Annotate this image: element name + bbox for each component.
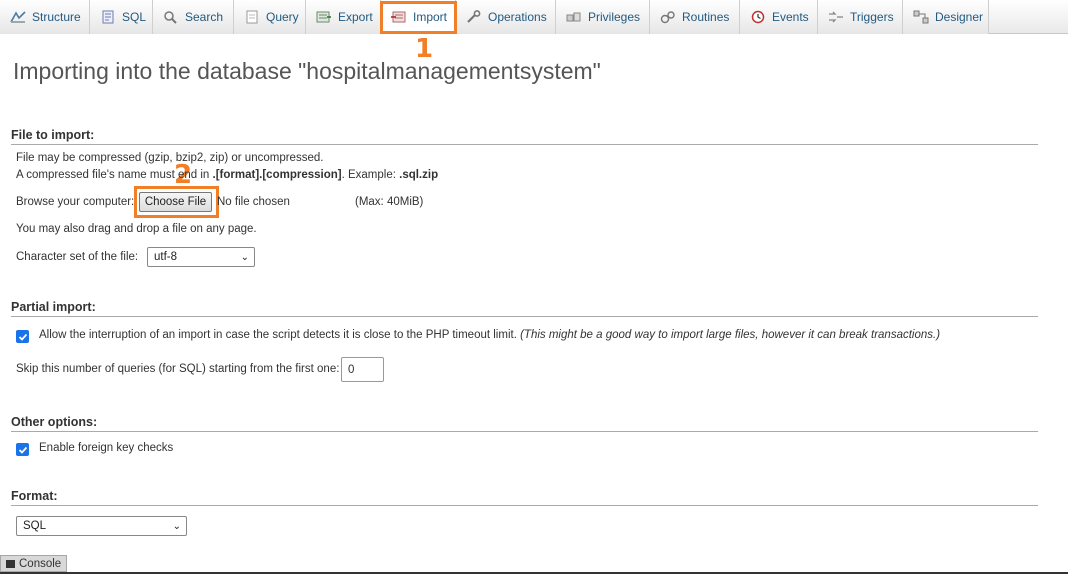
file-import-title: File to import:	[11, 128, 1038, 145]
browse-label: Browse your computer:	[16, 196, 135, 208]
tab-routines[interactable]: Routines	[650, 0, 740, 34]
tab-designer[interactable]: Designer	[903, 0, 989, 34]
name-note-prefix: A compressed file's name must end in	[16, 169, 213, 181]
name-note-example: .sql.zip	[399, 169, 439, 181]
export-icon	[316, 10, 332, 24]
import-icon	[391, 10, 407, 24]
tab-triggers[interactable]: Triggers	[818, 0, 903, 34]
tab-bar: Structure SQL Search Query Export Import	[0, 0, 1068, 34]
no-file-text: No file chosen	[217, 196, 290, 208]
sql-icon	[100, 10, 116, 24]
allow-interrupt-checkbox[interactable]	[16, 330, 29, 343]
tab-query[interactable]: Query	[234, 0, 306, 34]
tab-import-label: Import	[413, 10, 448, 24]
tab-events-label: Events	[772, 10, 809, 24]
tab-import[interactable]: Import	[381, 0, 456, 34]
allow-interrupt-text: Allow the interruption of an import in c…	[39, 329, 940, 341]
console-label: Console	[19, 557, 62, 570]
clock-icon	[750, 10, 766, 24]
tab-sql[interactable]: SQL	[90, 0, 153, 34]
format-value: SQL	[23, 520, 47, 532]
structure-icon	[10, 10, 26, 24]
partial-import-title: Partial import:	[11, 300, 1038, 317]
tab-structure[interactable]: Structure	[0, 0, 90, 34]
name-note-format: .[format].[compression]	[212, 169, 342, 181]
page-title: Importing into the database "hospitalman…	[13, 58, 601, 84]
tab-privileges-label: Privileges	[588, 10, 641, 24]
tab-export[interactable]: Export	[306, 0, 381, 34]
skip-queries-input[interactable]: 0	[341, 357, 384, 382]
triggers-icon	[828, 10, 844, 24]
tab-routines-label: Routines	[682, 10, 730, 24]
foreign-key-label: Enable foreign key checks	[39, 442, 174, 454]
query-icon	[244, 10, 260, 24]
tab-sql-label: SQL	[122, 10, 147, 24]
charset-label: Character set of the file:	[16, 251, 139, 263]
max-size-text: (Max: 40MiB)	[355, 196, 424, 208]
checkmark-icon	[18, 446, 27, 454]
allow-interrupt-note: (This might be a good way to import larg…	[520, 329, 941, 341]
privileges-icon	[566, 10, 582, 24]
format-select[interactable]: SQL ⌄	[16, 516, 187, 536]
console-icon	[6, 559, 15, 568]
console-button[interactable]: Console	[0, 555, 67, 572]
foreign-key-checkbox[interactable]	[16, 443, 29, 456]
other-options-title: Other options:	[11, 415, 1038, 432]
tab-events[interactable]: Events	[740, 0, 818, 34]
compress-note: File may be compressed (gzip, bzip2, zip…	[16, 152, 324, 164]
tab-triggers-label: Triggers	[850, 10, 894, 24]
checkmark-icon	[18, 333, 27, 341]
choose-file-button[interactable]: Choose File	[139, 192, 212, 212]
charset-value: utf-8	[154, 251, 178, 263]
wrench-icon	[466, 10, 482, 24]
tab-query-label: Query	[266, 10, 299, 24]
tab-operations[interactable]: Operations	[456, 0, 556, 34]
tab-export-label: Export	[338, 10, 373, 24]
routines-icon	[660, 10, 676, 24]
chevron-down-icon: ⌄	[172, 520, 181, 532]
chevron-down-icon: ⌄	[240, 251, 249, 263]
tab-structure-label: Structure	[32, 10, 81, 24]
format-title: Format:	[11, 489, 1038, 506]
designer-icon	[913, 10, 929, 24]
tab-operations-label: Operations	[488, 10, 547, 24]
drag-drop-note: You may also drag and drop a file on any…	[16, 223, 257, 235]
name-note: A compressed file's name must end in .[f…	[16, 169, 438, 181]
tab-search-label: Search	[185, 10, 224, 24]
skip-queries-label: Skip this number of queries (for SQL) st…	[16, 363, 340, 375]
tab-designer-label: Designer	[935, 10, 984, 24]
search-icon	[163, 10, 179, 24]
allow-interrupt-label: Allow the interruption of an import in c…	[39, 329, 517, 341]
tab-search[interactable]: Search	[153, 0, 234, 34]
charset-select[interactable]: utf-8 ⌄	[147, 247, 255, 267]
name-note-example-label: . Example:	[341, 169, 400, 181]
tab-privileges[interactable]: Privileges	[556, 0, 650, 34]
